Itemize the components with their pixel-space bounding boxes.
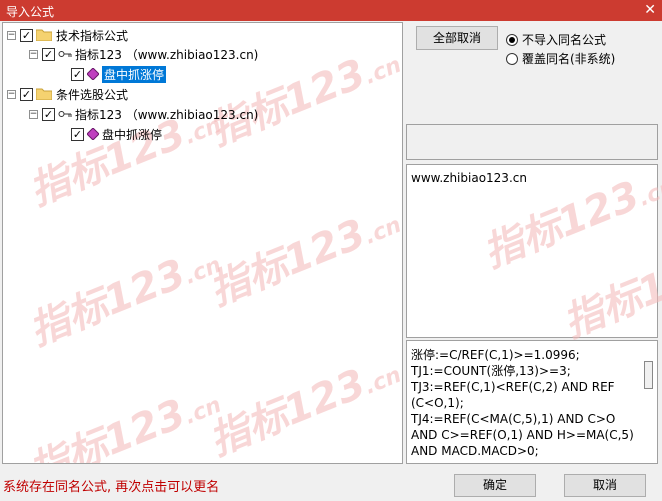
formula-line: TJ1:=COUNT(涨停,13)>=3; — [411, 364, 571, 378]
tree-node-label: 指标123 （www.zhibiao123.cn) — [75, 47, 259, 62]
formula-line: (C<O,1); — [411, 396, 464, 410]
tree-checkbox[interactable]: ✓ — [20, 28, 33, 42]
formula-diamond-icon — [87, 128, 99, 140]
tree-checkbox[interactable]: ✓ — [42, 47, 55, 61]
tree-checkbox[interactable]: ✓ — [20, 87, 33, 101]
tree-node-zhibiao123-selection[interactable]: − ✓ 指标123 （www.zhibiao123.cn) — [29, 105, 258, 123]
formula-text-box[interactable]: 涨停:=C/REF(C,1)>=1.0996; TJ1:=COUNT(涨停,13… — [406, 340, 658, 464]
formula-line: TJ4:=REF(C<MA(C,5),1) AND C>O — [411, 412, 616, 426]
tree-node-label: 盘中抓涨停 — [102, 127, 163, 142]
watermark: 指标123.cn — [23, 390, 225, 464]
folder-icon — [36, 29, 52, 41]
radio-selected-icon — [506, 33, 518, 46]
folder-icon — [36, 88, 52, 100]
collapse-icon[interactable]: − — [7, 89, 16, 99]
radio-unselected-icon — [506, 52, 518, 65]
tree-node-formula-selection[interactable]: ✓ 盘中抓涨停 — [71, 125, 162, 143]
collapse-icon[interactable]: − — [29, 109, 38, 119]
formula-tree[interactable]: 指标123.cn 指标123.cn 指标123.cn 指标123.cn 指标12… — [2, 22, 403, 464]
cancel-button[interactable]: 取消 — [564, 474, 646, 497]
watermark: 指标123.cn — [557, 242, 662, 347]
watermark: 指标123.cn — [203, 360, 403, 464]
tree-node-label: 条件选股公式 — [56, 87, 129, 102]
key-icon — [58, 51, 72, 57]
info-box: www.zhibiao123.cn 指标123.cn 指标123.cn — [406, 164, 662, 347]
close-icon[interactable]: ✕ — [644, 1, 656, 19]
watermark: 指标123.cn — [203, 210, 403, 315]
no-import-radio[interactable]: 不导入同名公式 — [506, 31, 606, 48]
formula-code: 涨停:=C/REF(C,1)>=1.0996; TJ1:=COUNT(涨停,13… — [411, 347, 634, 459]
watermark: 指标123.cn — [477, 172, 662, 277]
tree-checkbox[interactable]: ✓ — [42, 107, 55, 121]
key-icon — [58, 111, 72, 117]
formula-diamond-icon — [87, 68, 99, 80]
tree-node-stock-selection[interactable]: − ✓ 条件选股公式 — [7, 85, 128, 103]
window-title: 导入公式 — [6, 5, 55, 19]
overwrite-label: 覆盖同名(非系统) — [522, 52, 616, 66]
tree-node-label: 技术指标公式 — [56, 28, 129, 43]
tree-node-label: 盘中抓涨停 — [102, 65, 167, 83]
formula-line: AND C>=REF(O,1) AND H>=MA(C,5) — [411, 428, 634, 442]
formula-line: TJ3:=REF(C,1)<REF(C,2) AND REF — [411, 380, 615, 394]
tree-node-formula-tech[interactable]: ✓ 盘中抓涨停 — [71, 65, 167, 83]
status-message: 系统存在同名公式, 再次点击可以更名 — [3, 480, 220, 495]
ok-button[interactable]: 确定 — [454, 474, 536, 497]
tree-checkbox[interactable]: ✓ — [71, 67, 84, 81]
info-url: www.zhibiao123.cn — [411, 171, 527, 185]
formula-line: 涨停:=C/REF(C,1)>=1.0996; — [411, 348, 580, 362]
collapse-icon[interactable]: − — [29, 49, 38, 59]
no-import-label: 不导入同名公式 — [522, 33, 607, 47]
tree-node-tech-indicators[interactable]: − ✓ 技术指标公式 — [7, 26, 128, 44]
tree-checkbox[interactable]: ✓ — [71, 127, 84, 141]
formula-line: AND MACD.MACD>0; — [411, 444, 539, 458]
overwrite-radio[interactable]: 覆盖同名(非系统) — [506, 50, 615, 67]
collapse-icon[interactable]: − — [7, 30, 16, 40]
option-separator-box — [406, 124, 658, 160]
tree-node-zhibiao123-tech[interactable]: − ✓ 指标123 （www.zhibiao123.cn) — [29, 45, 258, 63]
title-bar: 导入公式 ✕ — [0, 0, 662, 21]
watermark: 指标123.cn — [23, 250, 225, 355]
formula-scrollbar[interactable] — [644, 361, 653, 389]
cancel-all-button[interactable]: 全部取消 — [416, 26, 498, 50]
tree-node-label: 指标123 （www.zhibiao123.cn) — [75, 107, 259, 122]
